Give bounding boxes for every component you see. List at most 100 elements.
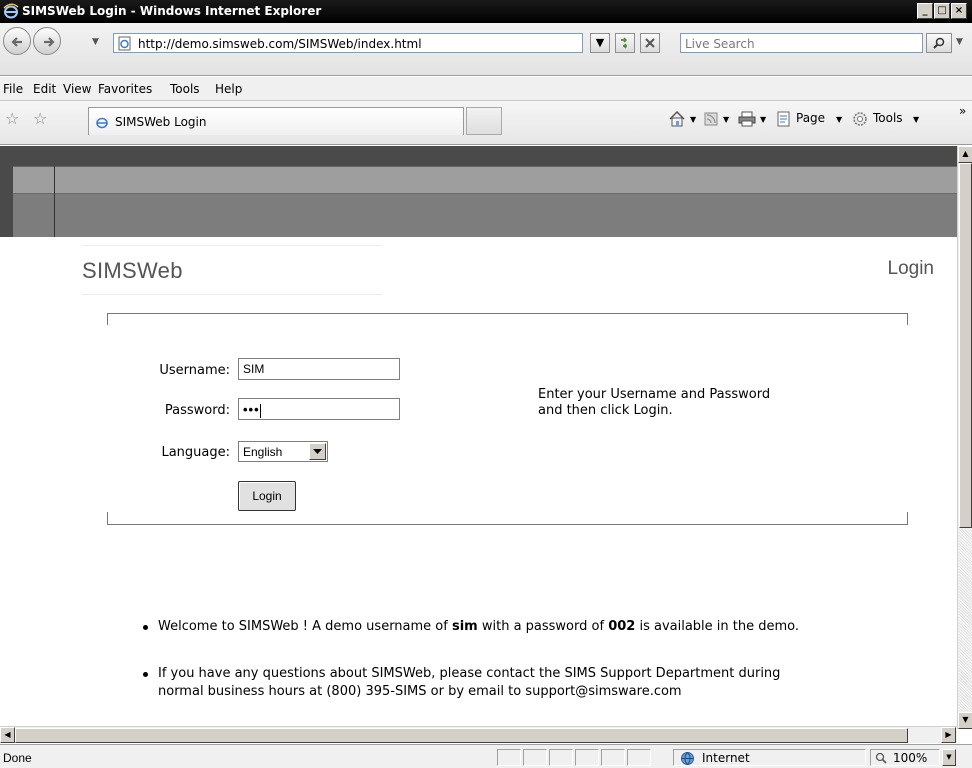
instructions-line: and then click Login. bbox=[538, 403, 673, 418]
feeds-icon[interactable] bbox=[704, 112, 718, 126]
status-pane bbox=[575, 749, 599, 766]
url-field[interactable]: http://demo.simsweb.com/SIMSWeb/index.ht… bbox=[113, 33, 583, 53]
menu-view[interactable]: View bbox=[63, 82, 91, 96]
tab-label: SIMSWeb Login bbox=[115, 115, 207, 129]
brand-rule bbox=[82, 245, 382, 246]
tools-menu-label[interactable]: Tools bbox=[873, 111, 903, 125]
password-field[interactable]: ••• bbox=[238, 398, 400, 420]
back-button[interactable] bbox=[3, 27, 31, 55]
url-dropdown-button[interactable]: ▼ bbox=[590, 33, 610, 53]
maximize-button[interactable]: □ bbox=[934, 3, 950, 19]
url-text: http://demo.simsweb.com/SIMSWeb/index.ht… bbox=[138, 37, 422, 51]
stop-icon bbox=[645, 38, 655, 48]
menu-edit[interactable]: Edit bbox=[33, 82, 56, 96]
header-band-lower bbox=[13, 194, 957, 237]
tab-simsweb-login[interactable]: SIMSWeb Login bbox=[88, 107, 464, 135]
menu-tools[interactable]: Tools bbox=[170, 82, 200, 96]
scroll-down-icon[interactable]: ▼ bbox=[958, 712, 972, 729]
tools-gear-icon[interactable] bbox=[852, 111, 868, 127]
tab-bar: ☆ ☆ SIMSWeb Login ▼ ▼ ▼ Page ▼ Tools ▼ » bbox=[0, 101, 972, 145]
username-value: SIM bbox=[243, 362, 265, 376]
brand-rule bbox=[82, 294, 382, 295]
home-icon[interactable] bbox=[668, 110, 686, 128]
refresh-button[interactable] bbox=[615, 33, 635, 53]
history-dropdown-icon[interactable]: ▼ bbox=[92, 37, 99, 47]
horizontal-scroll-thumb[interactable] bbox=[15, 728, 908, 743]
menu-file[interactable]: File bbox=[3, 82, 23, 96]
instructions-line: Enter your Username and Password bbox=[538, 387, 771, 402]
demo-username: sim bbox=[451, 619, 478, 634]
zoom-icon bbox=[875, 752, 887, 764]
zoom-control[interactable]: 100% bbox=[870, 749, 940, 766]
language-label: Language: bbox=[161, 445, 230, 460]
forward-button[interactable] bbox=[33, 27, 61, 55]
bullet-icon bbox=[143, 672, 148, 677]
search-input[interactable]: Live Search bbox=[680, 33, 923, 53]
zone-label: Internet bbox=[702, 751, 750, 765]
demo-password: 002 bbox=[608, 619, 636, 634]
close-button[interactable]: × bbox=[951, 3, 967, 19]
form-frame-top bbox=[107, 313, 908, 325]
page-icon bbox=[118, 36, 131, 51]
language-select[interactable]: English bbox=[238, 441, 328, 462]
scroll-right-icon[interactable]: ▶ bbox=[941, 727, 956, 743]
search-options-icon[interactable]: ▼ bbox=[956, 37, 963, 47]
security-zone[interactable]: Internet bbox=[673, 749, 866, 766]
password-label: Password: bbox=[164, 403, 230, 418]
language-value: English bbox=[243, 445, 283, 459]
brand-title: SIMSWeb bbox=[82, 258, 183, 283]
address-toolbar: ▼ http://demo.simsweb.com/SIMSWeb/index.… bbox=[0, 23, 972, 76]
globe-icon bbox=[681, 752, 694, 766]
add-favorites-icon[interactable]: ☆ bbox=[33, 109, 47, 128]
window-title: SIMSWeb Login - Windows Internet Explore… bbox=[22, 4, 322, 18]
status-pane bbox=[601, 749, 625, 766]
new-tab-button[interactable] bbox=[466, 107, 502, 135]
more-commands-icon[interactable]: » bbox=[959, 104, 966, 118]
header-band bbox=[13, 166, 957, 194]
info-support-line: normal business hours at (800) 395-SIMS … bbox=[158, 684, 682, 699]
info-welcome: Welcome to SIMSWeb ! A demo username of … bbox=[158, 619, 800, 634]
header-divider bbox=[54, 166, 55, 237]
status-pane bbox=[497, 749, 521, 766]
home-dropdown-icon[interactable]: ▼ bbox=[690, 115, 696, 124]
page-menu-label[interactable]: Page bbox=[796, 111, 825, 125]
menu-help[interactable]: Help bbox=[215, 82, 242, 96]
page-dropdown-icon[interactable]: ▼ bbox=[836, 115, 842, 124]
vertical-scroll-track[interactable] bbox=[959, 529, 972, 711]
menu-bar: File Edit View Favorites Tools Help bbox=[0, 77, 972, 101]
status-pane bbox=[549, 749, 573, 766]
print-dropdown-icon[interactable]: ▼ bbox=[760, 115, 766, 124]
page-menu-icon[interactable] bbox=[776, 111, 792, 127]
vertical-scrollbar[interactable]: ▲ ▼ bbox=[957, 146, 972, 729]
minimize-button[interactable]: _ bbox=[917, 3, 933, 19]
bullet-icon bbox=[143, 625, 148, 630]
tools-dropdown-icon[interactable]: ▼ bbox=[913, 115, 919, 124]
vertical-scroll-thumb[interactable] bbox=[959, 163, 972, 528]
info-support-line: If you have any questions about SIMSWeb,… bbox=[158, 666, 781, 681]
chevron-down-icon[interactable] bbox=[309, 443, 326, 460]
search-button[interactable] bbox=[926, 33, 952, 53]
menu-favorites[interactable]: Favorites bbox=[98, 82, 152, 96]
search-icon bbox=[933, 37, 945, 49]
stop-button[interactable] bbox=[640, 33, 660, 53]
zoom-value: 100% bbox=[893, 751, 928, 765]
text-cursor bbox=[259, 403, 261, 418]
back-arrow-icon bbox=[11, 37, 22, 47]
print-icon[interactable] bbox=[738, 111, 756, 127]
status-pane bbox=[523, 749, 547, 766]
form-frame-bottom bbox=[107, 512, 908, 525]
login-button[interactable]: Login bbox=[238, 481, 296, 511]
horizontal-scrollbar[interactable]: ◀ ▶ bbox=[0, 726, 957, 743]
page-title: Login bbox=[887, 258, 935, 279]
username-field[interactable]: SIM bbox=[238, 358, 400, 380]
feeds-dropdown-icon[interactable]: ▼ bbox=[723, 115, 729, 124]
ie-logo-icon bbox=[3, 3, 19, 19]
zoom-dropdown-icon[interactable]: ▼ bbox=[942, 749, 956, 766]
scroll-left-icon[interactable]: ◀ bbox=[0, 727, 15, 743]
favorites-star-icon[interactable]: ☆ bbox=[5, 109, 19, 128]
refresh-icon bbox=[621, 37, 628, 49]
username-label: Username: bbox=[159, 363, 230, 378]
scroll-up-icon[interactable]: ▲ bbox=[958, 146, 972, 163]
search-placeholder: Live Search bbox=[685, 37, 755, 51]
status-pane bbox=[627, 749, 651, 766]
